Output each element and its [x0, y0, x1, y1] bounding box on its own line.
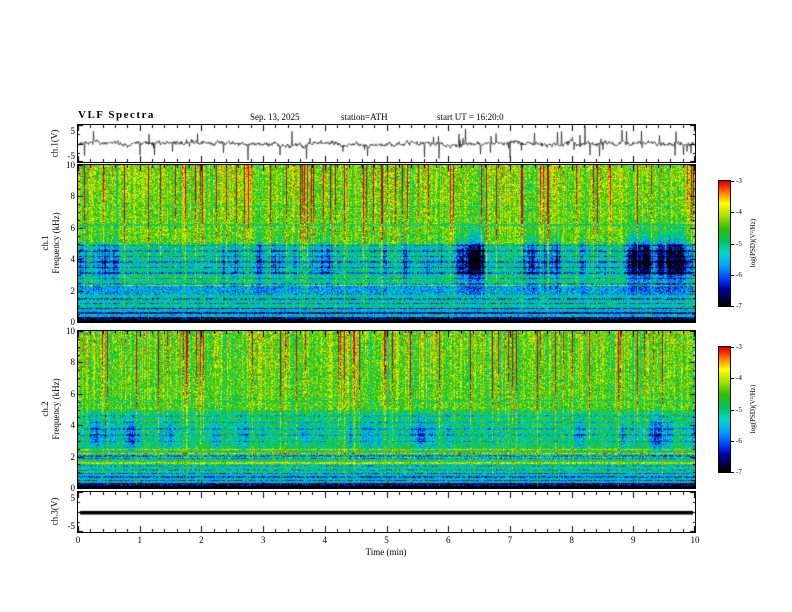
- x-tick-label: 4: [322, 535, 328, 545]
- x-axis-label: Time (min): [365, 547, 407, 557]
- y-tick-label: 4: [70, 420, 76, 431]
- colorbar-ch2-label: log(PSD)(V²/Hz): [749, 384, 757, 434]
- y-tick-label: 8: [70, 357, 76, 368]
- ch2-spectrogram-y-axis-label: ch.2 Frequency (kHz): [40, 354, 62, 464]
- vlf-spectra-figure: VLF Spectra Sep. 13, 2025 station=ATH st…: [0, 0, 792, 612]
- y-tick-label: 5: [70, 493, 76, 503]
- y-tick-label: 5: [70, 126, 76, 136]
- x-tick-label: 0: [75, 535, 81, 545]
- ch1-frequency-label: Frequency (kHz): [51, 212, 61, 274]
- colorbar-ch1-label: log(PSD)(V²/Hz): [749, 218, 757, 268]
- y-tick-label: 6: [70, 388, 76, 399]
- y-tick-label: 10: [66, 326, 75, 336]
- ch1-waveform-plot: [78, 125, 695, 162]
- colorbar-tick-mark: [731, 181, 734, 182]
- ch1-channel-label: ch.1: [40, 235, 50, 251]
- colorbar-tick-mark: [731, 347, 734, 348]
- ch3-waveform-plot: [78, 492, 695, 532]
- y-tick-label: 10: [66, 160, 75, 170]
- x-tick-label: 7: [507, 535, 513, 545]
- x-tick-label: 8: [569, 535, 574, 545]
- ch1-spectrogram-panel: [77, 164, 696, 323]
- colorbar-tick-mark: [731, 243, 734, 245]
- colorbar-tick-label: -6: [736, 436, 742, 445]
- colorbar-tick-label: -5: [736, 405, 742, 414]
- ch1-spectrogram-plot: [78, 165, 695, 322]
- y-tick-label: 2: [70, 451, 76, 462]
- colorbar-tick-mark: [731, 472, 734, 473]
- plot-title: VLF Spectra: [78, 109, 155, 121]
- colorbar-tick-mark: [731, 409, 734, 411]
- colorbar-tick-label: -3: [736, 177, 742, 185]
- ch2-frequency-label: Frequency (kHz): [51, 378, 61, 440]
- colorbar-tick-mark: [731, 212, 734, 214]
- colorbar-tick-label: -3: [736, 343, 742, 351]
- colorbar-tick-label: -7: [736, 302, 742, 310]
- y-tick-label: -5: [67, 521, 76, 531]
- start-time-label: start UT = 16:20:0: [437, 112, 504, 122]
- colorbar-tick-label: -4: [736, 374, 742, 383]
- colorbar-tick-mark: [731, 378, 734, 380]
- colorbar-tick-label: -7: [736, 468, 742, 476]
- x-tick-label: 10: [690, 535, 700, 545]
- plot-date: Sep. 13, 2025: [250, 112, 300, 122]
- colorbar-tick-mark: [731, 306, 734, 307]
- ch3-waveform-panel: [77, 491, 696, 533]
- ch2-channel-label: ch.2: [40, 401, 50, 417]
- x-tick-label: 1: [137, 535, 142, 545]
- y-tick-label: 4: [70, 254, 76, 265]
- x-tick-label: 9: [631, 535, 636, 545]
- ch2-spectrogram-panel: [77, 330, 696, 489]
- colorbar-tick-mark: [731, 274, 734, 276]
- ch1-spectrogram-y-axis-label: ch.1 Frequency (kHz): [40, 188, 62, 298]
- colorbar-ch1: [718, 180, 731, 307]
- x-tick-label: 5: [384, 535, 389, 545]
- y-tick-label: -5: [67, 151, 76, 161]
- ch2-spectrogram-plot: [78, 331, 695, 488]
- colorbar-tick-label: -4: [736, 208, 742, 217]
- colorbar-tick-label: -6: [736, 270, 742, 279]
- x-tick-label: 2: [199, 535, 204, 545]
- y-tick-label: 0: [70, 483, 76, 493]
- colorbar-tick-label: -5: [736, 239, 742, 248]
- x-tick-label: 3: [260, 535, 266, 545]
- y-tick-label: 2: [70, 285, 76, 296]
- colorbar-tick-mark: [731, 440, 734, 442]
- ch1-waveform-panel: [77, 124, 696, 163]
- y-tick-label: 6: [70, 222, 76, 233]
- y-tick-label: 8: [70, 191, 76, 202]
- colorbar-ch2: [718, 346, 731, 473]
- x-tick-label: 6: [445, 535, 451, 545]
- station-label: station=ATH: [341, 112, 388, 122]
